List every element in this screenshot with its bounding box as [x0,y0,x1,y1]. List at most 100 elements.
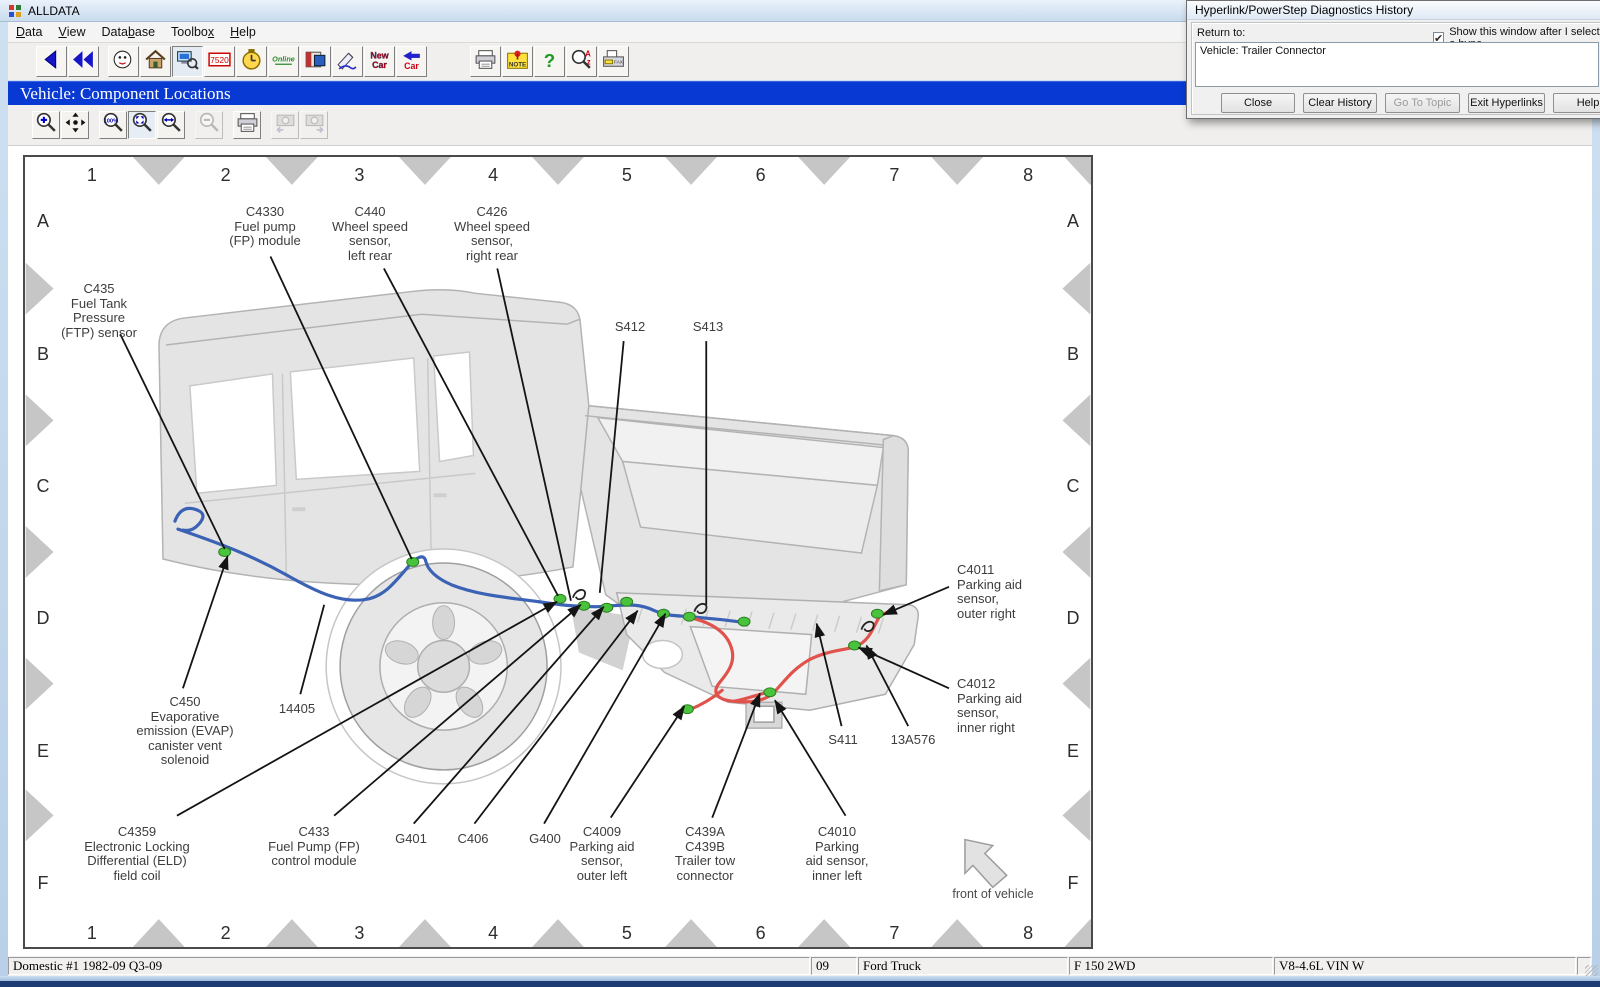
zoom-width-button[interactable] [157,111,185,139]
grid-col-5-top: 5 [622,165,632,186]
topic-header-title: Vehicle: Component Locations [20,84,231,104]
component-label-c450[interactable]: C450 Evaporative emission (EVAP) caniste… [136,695,233,768]
assistant-button[interactable] [108,46,139,77]
menu-item-data[interactable]: Data [8,22,50,42]
parts-catalog-button[interactable] [300,46,331,77]
status-panel-2: Ford Truck [858,957,1068,975]
menu-item-view[interactable]: View [50,22,93,42]
component-label-c440[interactable]: C440 Wheel speed sensor, left rear [332,205,408,263]
harness-connector [738,617,750,626]
zoom-100-button[interactable]: 100% [99,111,127,139]
svg-text:Car: Car [404,60,419,70]
fax-icon: FAX [601,48,626,76]
svg-text:FAX: FAX [614,59,624,64]
back-button[interactable] [36,46,67,77]
dialog-title: Hyperlink/PowerStep Diagnostics History [1195,3,1413,17]
help-button[interactable]: ? [534,46,565,77]
component-label-c4009[interactable]: C4009 Parking aid sensor, outer left [569,825,634,883]
grid-row-C-right: C [1067,476,1080,497]
note-button[interactable]: NOTE [502,46,533,77]
grid-row-D-left: D [37,608,50,629]
dialog-titlebar[interactable]: Hyperlink/PowerStep Diagnostics History [1187,1,1600,20]
component-label-c435[interactable]: C435 Fuel Tank Pressure (FTP) sensor [61,282,137,340]
statusbar: Domestic #1 1982-09 Q3-0909Ford TruckF 1… [8,956,1592,976]
zoom-out-icon [197,111,222,139]
go-to-topic-button: Go To Topic [1385,93,1460,113]
search-az-button[interactable]: Az [566,46,597,77]
front-of-vehicle-arrow [965,840,1007,888]
component-label-l13a576[interactable]: 13A576 [891,733,936,748]
component-label-c433[interactable]: C433 Fuel Pump (FP) control module [268,825,360,869]
online-button[interactable]: Online [268,46,299,77]
window-title: ALLDATA [28,4,80,18]
zoom-in-button[interactable] [32,111,60,139]
hyperlink-history-dialog: Hyperlink/PowerStep Diagnostics History … [1186,0,1600,119]
grid-col-2-top: 2 [221,165,231,186]
history-list-item[interactable]: Vehicle: Trailer Connector [1200,45,1594,57]
menu-item-database[interactable]: Database [94,22,164,42]
grid-col-7-top: 7 [889,165,899,186]
image-prev-button [271,111,299,139]
labor-7520-button[interactable]: 7520 [204,46,235,77]
leader-line [775,700,846,815]
grid-row-A-right: A [1067,211,1079,232]
scheduler-button[interactable] [236,46,267,77]
zoom-width-icon [159,111,184,139]
exit-hyperlinks-button[interactable]: Exit Hyperlinks [1468,93,1545,113]
signature-button[interactable] [332,46,363,77]
grid-row-F-left: F [38,873,49,894]
component-label-g400[interactable]: G400 [529,832,561,847]
component-label-c4010[interactable]: C4010 Parking aid sensor, inner left [806,825,869,883]
component-location-diagram: 1122334455667788AABBCCDDEEFF C4330 Fuel … [23,155,1093,949]
component-label-c4012[interactable]: C4012 Parking aid sensor, inner right [957,677,1022,735]
component-label-c4330[interactable]: C4330 Fuel pump (FP) module [229,205,301,249]
component-label-c4359[interactable]: C4359 Electronic Locking Differential (E… [84,825,190,883]
scheduler-icon [239,48,264,76]
home-button[interactable] [140,46,171,77]
zoom-out-button [195,111,223,139]
front-of-vehicle-label: front of vehicle [952,887,1033,901]
component-label-c4011[interactable]: C4011 Parking aid sensor, outer right [957,563,1022,621]
image-prev-icon [273,111,298,139]
grid-row-B-right: B [1067,344,1079,365]
back-icon [39,48,64,76]
menu-item-toolbox[interactable]: Toolbox [163,22,222,42]
component-label-g401[interactable]: G401 [395,832,427,847]
zoom-fit-button[interactable] [128,111,156,139]
component-label-l14405[interactable]: 14405 [279,702,315,717]
pan-button[interactable] [61,111,89,139]
close-button[interactable]: Close [1221,93,1295,113]
car-return-button[interactable]: Car [396,46,427,77]
grid-col-2-bottom: 2 [221,923,231,944]
print-button[interactable] [233,111,261,139]
harness-connector [407,557,419,566]
component-label-s412[interactable]: S412 [615,320,645,335]
grid-col-3-bottom: 3 [354,923,364,944]
harness-connector [849,641,861,650]
history-listbox[interactable]: Vehicle: Trailer Connector [1195,42,1599,87]
print-icon [235,111,260,139]
image-next-icon [302,111,327,139]
clear-history-button[interactable]: Clear History [1303,93,1377,113]
fax-button[interactable]: FAX [598,46,629,77]
component-label-s413[interactable]: S413 [693,320,723,335]
component-label-c426[interactable]: C426 Wheel speed sensor, right rear [454,205,530,263]
grid-row-A-left: A [37,211,49,232]
back-history-button[interactable] [68,46,99,77]
grid-row-E-right: E [1067,741,1079,762]
grid-col-4-bottom: 4 [488,923,498,944]
assistant-icon [111,48,136,76]
component-label-c406[interactable]: C406 [457,832,488,847]
new-car-icon: NewCar [367,48,392,76]
component-label-s411[interactable]: S411 [828,733,857,748]
alldata-window: ALLDATA DataViewDatabaseToolboxHelp 7520… [0,0,1600,980]
component-label-c439ab[interactable]: C439A C439B Trailer tow connector [675,825,735,883]
help-button[interactable]: Help [1553,93,1600,113]
new-car-button[interactable]: NewCar [364,46,395,77]
remote-diagnostics-button[interactable] [172,46,203,77]
print-button[interactable] [470,46,501,77]
svg-text:z: z [587,57,591,66]
harness-connector [764,688,776,697]
menu-item-help[interactable]: Help [222,22,264,42]
grid-row-D-right: D [1067,608,1080,629]
